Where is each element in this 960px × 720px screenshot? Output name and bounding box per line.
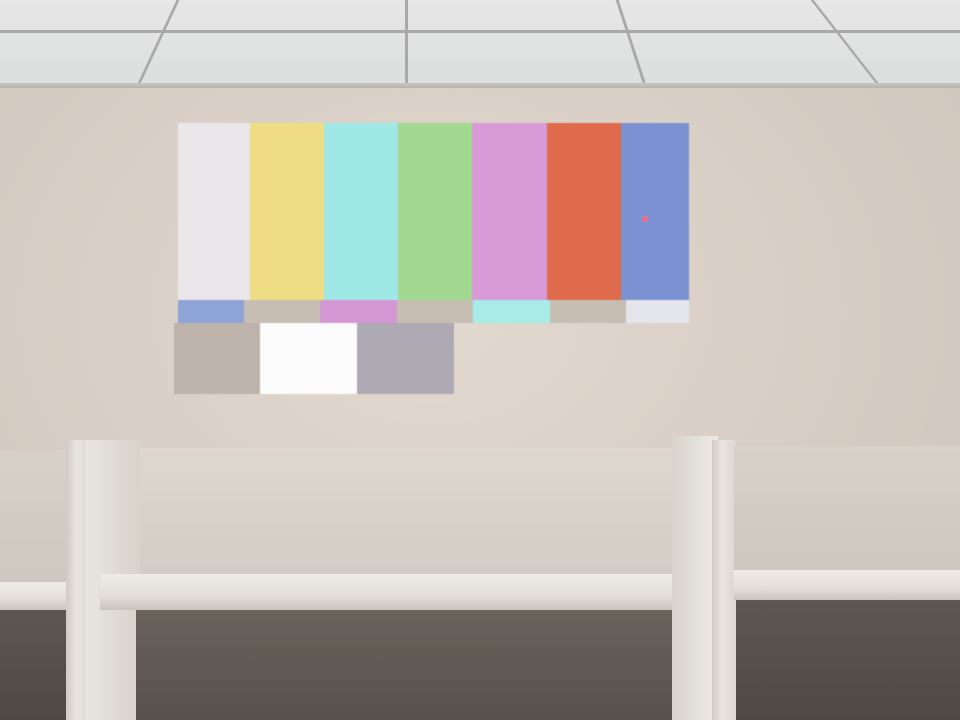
right-back-panel xyxy=(734,446,960,576)
right-cavity xyxy=(736,600,960,720)
color-bar-red xyxy=(547,123,621,300)
color-bar-yellow xyxy=(250,123,324,300)
strip-blue xyxy=(178,300,244,323)
center-shelf-board xyxy=(100,574,706,610)
center-cavity xyxy=(136,610,682,720)
laser-pointer-dot xyxy=(642,216,648,222)
left-cavity xyxy=(0,610,70,720)
color-bar-magenta xyxy=(472,123,547,300)
right-divider-panel xyxy=(712,440,736,720)
color-bar-green xyxy=(398,123,472,300)
strip-gap xyxy=(550,300,626,323)
block-purple xyxy=(357,323,454,394)
color-bar-cyan xyxy=(324,123,398,300)
strip-gap xyxy=(244,300,320,323)
color-bar-blue xyxy=(621,123,689,300)
strip-gap xyxy=(397,300,473,323)
block-white xyxy=(260,323,357,394)
center-back-panel xyxy=(140,448,680,582)
strip-magenta xyxy=(320,300,397,323)
right-shelf-board xyxy=(734,570,960,600)
block-gray xyxy=(174,323,260,394)
strip-cyan xyxy=(473,300,550,323)
color-bar-white xyxy=(178,123,250,300)
strip-white xyxy=(626,300,689,323)
